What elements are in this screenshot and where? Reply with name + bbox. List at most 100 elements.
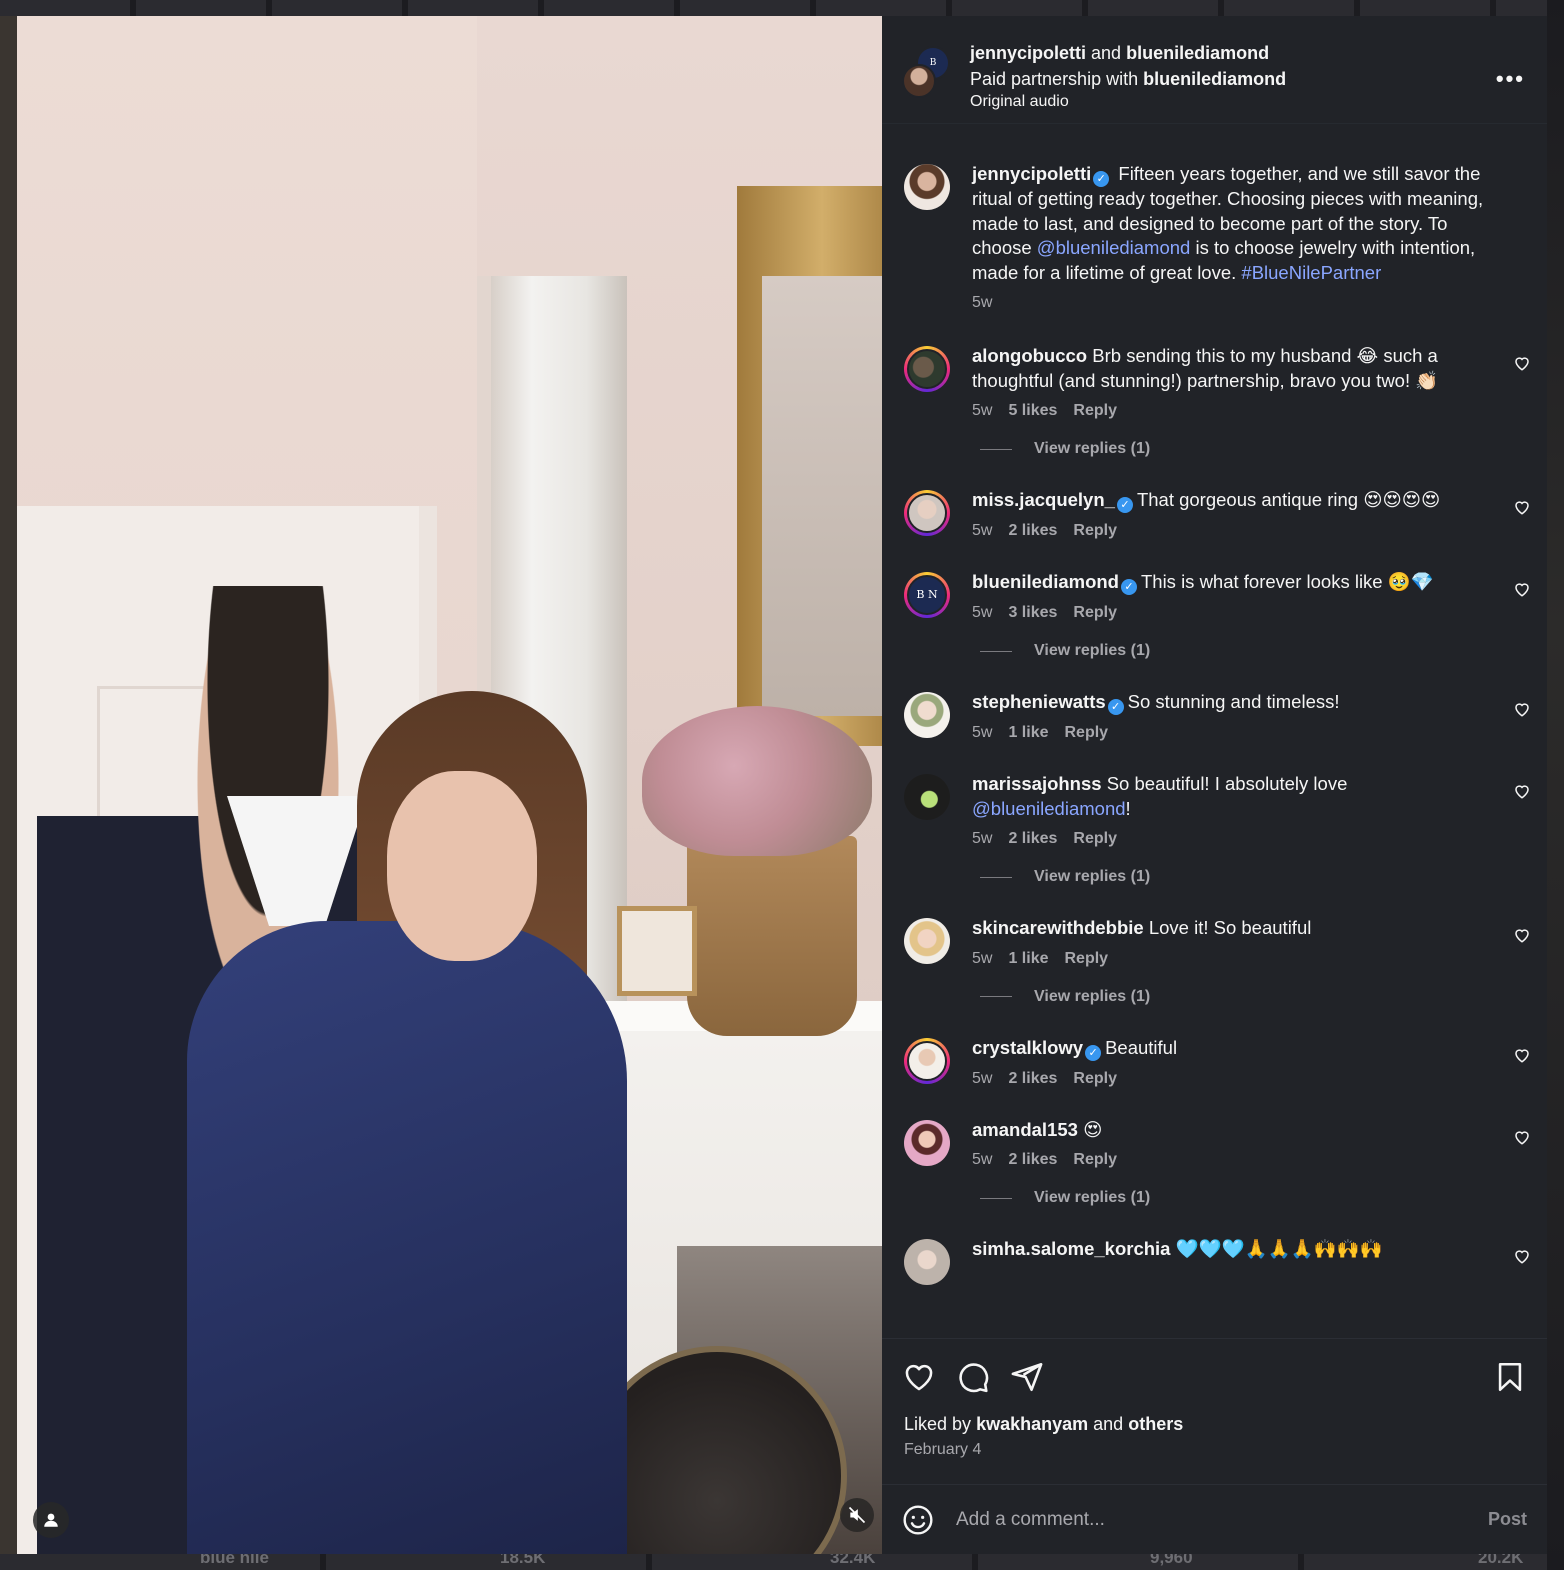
like-comment-heart-icon[interactable] bbox=[1513, 1247, 1531, 1265]
avatar[interactable] bbox=[904, 918, 950, 964]
like-comment-heart-icon[interactable] bbox=[1513, 1046, 1531, 1064]
comment-likes[interactable]: 5 likes bbox=[1008, 402, 1057, 420]
hashtag-link[interactable]: #BlueNilePartner bbox=[1241, 262, 1381, 283]
comment-time[interactable]: 5w bbox=[972, 294, 992, 312]
comment-item: stepheniewatts ✓ So stunning and timeless!… bbox=[904, 690, 1531, 742]
avatar[interactable] bbox=[904, 1037, 950, 1084]
comment-item: miss.jacquelyn_ ✓ That gorgeous antique ri… bbox=[904, 488, 1531, 540]
view-replies-button[interactable]: View replies (1) bbox=[980, 1189, 1531, 1207]
comment-likes[interactable]: 2 likes bbox=[1008, 1151, 1057, 1169]
comment-text: ! bbox=[1125, 797, 1131, 819]
reply-button[interactable]: Reply bbox=[1073, 830, 1117, 848]
comment-time[interactable]: 5w bbox=[972, 1070, 992, 1088]
comment-username[interactable]: miss.jacquelyn_ bbox=[972, 489, 1115, 510]
avatar[interactable] bbox=[904, 490, 950, 536]
comment-time[interactable]: 5w bbox=[972, 1151, 992, 1169]
avatar[interactable] bbox=[904, 164, 950, 210]
comment-text: 🩵🩵🩵🙏🙏🙏🙌🙌🙌 bbox=[1175, 1238, 1383, 1259]
header-and: and bbox=[1091, 43, 1122, 63]
avatar[interactable]: B N bbox=[904, 572, 950, 618]
like-comment-heart-icon[interactable] bbox=[1513, 354, 1531, 372]
comment-username[interactable]: amandal153 bbox=[972, 1119, 1078, 1140]
reply-button[interactable]: Reply bbox=[1073, 1151, 1117, 1169]
comment-item: crystalklowy ✓ Beautiful 5w 2 likes Reply bbox=[904, 1036, 1531, 1088]
comment-username[interactable]: crystalklowy bbox=[972, 1037, 1083, 1058]
comment-likes[interactable]: 2 likes bbox=[1008, 830, 1057, 848]
avatar[interactable] bbox=[904, 1239, 950, 1285]
tagged-user-button[interactable] bbox=[33, 1502, 69, 1538]
backdrop-top-strip bbox=[0, 0, 1564, 16]
mention-link[interactable]: @bluenilediamond bbox=[1037, 237, 1191, 258]
comment-item: B N bluenilediamond ✓ This is what forever… bbox=[904, 570, 1531, 622]
reply-button[interactable]: Reply bbox=[1073, 522, 1117, 540]
like-comment-heart-icon[interactable] bbox=[1513, 498, 1531, 516]
comment-time[interactable]: 5w bbox=[972, 522, 992, 540]
share-plane-icon[interactable] bbox=[1010, 1360, 1044, 1394]
post-date[interactable]: February 4 bbox=[882, 1435, 1547, 1471]
save-bookmark-icon[interactable] bbox=[1493, 1360, 1527, 1394]
post-video[interactable] bbox=[17, 16, 882, 1554]
comment-likes[interactable]: 1 like bbox=[1008, 724, 1048, 742]
comment-time[interactable]: 5w bbox=[972, 604, 992, 622]
post-modal: B jennycipoletti and bluenilediamond Pai… bbox=[17, 16, 1547, 1554]
comments-list[interactable]: jennycipoletti ✓ Fifteen years together, … bbox=[882, 124, 1547, 1338]
comment-time[interactable]: 5w bbox=[972, 724, 992, 742]
video-scene-flowers bbox=[642, 706, 872, 856]
like-comment-heart-icon[interactable] bbox=[1513, 1128, 1531, 1146]
comment-username[interactable]: jennycipoletti bbox=[972, 163, 1091, 184]
like-comment-heart-icon[interactable] bbox=[1513, 700, 1531, 718]
view-replies-button[interactable]: View replies (1) bbox=[980, 440, 1531, 458]
comment-username[interactable]: alongobucco bbox=[972, 345, 1087, 366]
backdrop-right-strip bbox=[1547, 0, 1564, 1570]
avatar[interactable] bbox=[904, 774, 950, 820]
reply-button[interactable]: Reply bbox=[1064, 950, 1108, 968]
comment-input[interactable] bbox=[956, 1508, 1488, 1531]
emoji-icon[interactable] bbox=[902, 1504, 934, 1536]
comment-likes[interactable]: 3 likes bbox=[1008, 604, 1057, 622]
jenny-avatar[interactable] bbox=[902, 64, 936, 98]
speaker-muted-icon bbox=[848, 1506, 866, 1524]
reply-button[interactable]: Reply bbox=[1073, 604, 1117, 622]
comment-username[interactable]: marissajohnss bbox=[972, 773, 1102, 794]
like-comment-heart-icon[interactable] bbox=[1513, 926, 1531, 944]
reply-button[interactable]: Reply bbox=[1073, 402, 1117, 420]
video-scene-mirror-glass bbox=[762, 276, 882, 716]
comment-username[interactable]: skincarewithdebbie bbox=[972, 917, 1144, 938]
like-comment-heart-icon[interactable] bbox=[1513, 782, 1531, 800]
post-comment-button[interactable]: Post bbox=[1488, 1509, 1527, 1530]
audio-link[interactable]: Original audio bbox=[970, 92, 1286, 112]
view-replies-button[interactable]: View replies (1) bbox=[980, 988, 1531, 1006]
header-author-link[interactable]: jennycipoletti bbox=[970, 43, 1086, 63]
comment-username[interactable]: simha.salome_korchia bbox=[972, 1238, 1170, 1259]
avatar[interactable] bbox=[904, 1119, 950, 1166]
comment-bubble-icon[interactable] bbox=[956, 1360, 990, 1394]
liked-by-others-link[interactable]: others bbox=[1128, 1414, 1183, 1434]
more-options-button[interactable]: ••• bbox=[1496, 66, 1525, 92]
like-heart-icon[interactable] bbox=[902, 1360, 936, 1394]
reply-button[interactable]: Reply bbox=[1073, 1070, 1117, 1088]
comment-likes[interactable]: 2 likes bbox=[1008, 1070, 1057, 1088]
post-side-panel: B jennycipoletti and bluenilediamond Pai… bbox=[882, 16, 1547, 1554]
comment-username[interactable]: stepheniewatts bbox=[972, 691, 1106, 712]
comment-time[interactable]: 5w bbox=[972, 950, 992, 968]
avatar[interactable] bbox=[904, 692, 950, 738]
partner-link[interactable]: bluenilediamond bbox=[1143, 69, 1286, 89]
reply-button[interactable]: Reply bbox=[1064, 724, 1108, 742]
view-replies-button[interactable]: View replies (1) bbox=[980, 868, 1531, 886]
liked-by-user-link[interactable]: kwakhanyam bbox=[976, 1414, 1088, 1434]
like-comment-heart-icon[interactable] bbox=[1513, 580, 1531, 598]
verified-badge-icon: ✓ bbox=[1093, 171, 1110, 187]
comment-likes[interactable]: 2 likes bbox=[1008, 522, 1057, 540]
comment-time[interactable]: 5w bbox=[972, 830, 992, 848]
comment-likes[interactable]: 1 like bbox=[1008, 950, 1048, 968]
comment-text: That gorgeous antique ring 😍😍😍😍 bbox=[1136, 489, 1441, 510]
mute-button[interactable] bbox=[840, 1498, 874, 1532]
header-author-link[interactable]: bluenilediamond bbox=[1126, 43, 1269, 63]
view-replies-button[interactable]: View replies (1) bbox=[980, 642, 1531, 660]
avatar[interactable] bbox=[904, 346, 950, 392]
comment-username[interactable]: bluenilediamond bbox=[972, 571, 1119, 592]
comment-time[interactable]: 5w bbox=[972, 402, 992, 420]
mention-link[interactable]: @bluenilediamond bbox=[972, 798, 1126, 819]
post-header: B jennycipoletti and bluenilediamond Pai… bbox=[882, 16, 1547, 124]
collab-avatars[interactable]: B bbox=[902, 40, 952, 100]
